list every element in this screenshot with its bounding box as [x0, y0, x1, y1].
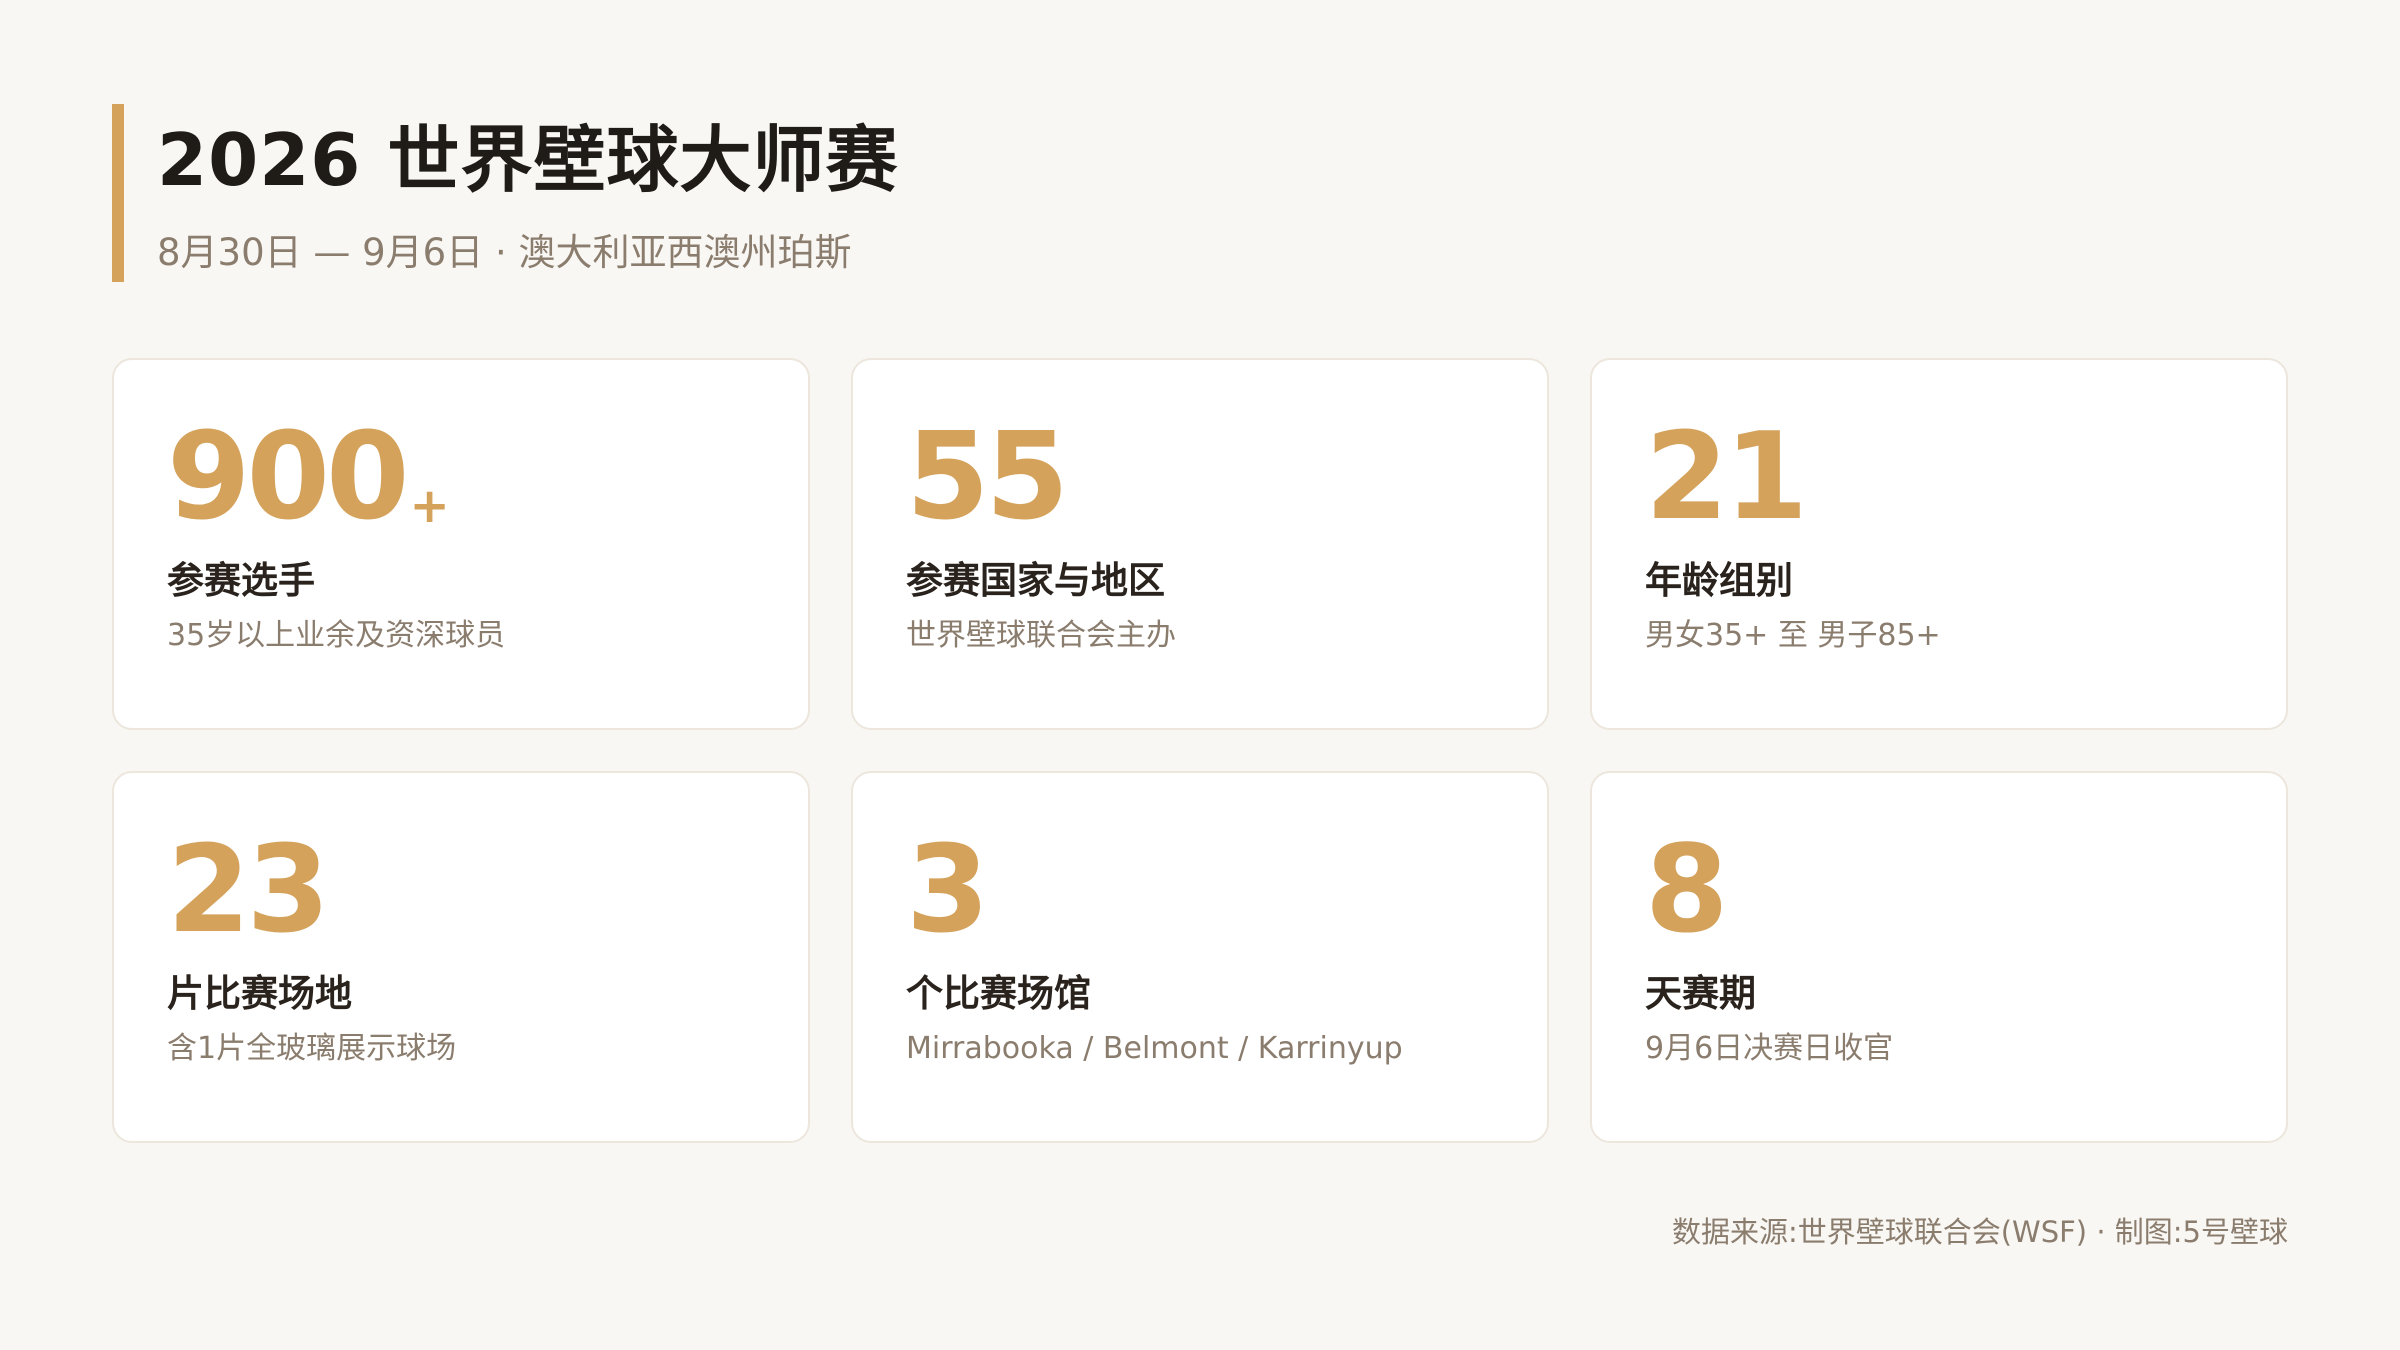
stat-description: 9月6日决赛日收官 — [1645, 1031, 1894, 1066]
stat-label: 年龄组别 — [1645, 559, 1793, 602]
stat-description: 35岁以上业余及资深球员 — [167, 618, 506, 653]
stat-label: 参赛选手 — [167, 559, 315, 602]
stat-value: 21 — [1645, 408, 1808, 547]
stat-card-venues: 3 个比赛场馆 Mirrabooka / Belmont / Karrinyup — [851, 771, 1549, 1143]
stat-value-row: 23 — [167, 821, 755, 960]
stat-value: 23 — [167, 821, 330, 960]
stat-value-row: 8 — [1645, 821, 2233, 960]
stats-grid: 900 + 参赛选手 35岁以上业余及资深球员 55 参赛国家与地区 世界壁球联… — [112, 358, 2288, 1143]
stat-value: 8 — [1645, 821, 1728, 960]
source-credit: 数据来源:世界壁球联合会(WSF) · 制图:5号壁球 — [1671, 1215, 2288, 1249]
stat-description: 男女35+ 至 男子85+ — [1645, 618, 1941, 653]
stat-description: 世界壁球联合会主办 — [906, 618, 1176, 653]
page-title: 2026 世界壁球大师赛 — [157, 118, 899, 202]
stat-label: 片比赛场地 — [167, 972, 352, 1015]
infographic-page: 2026 世界壁球大师赛 8月30日 — 9月6日 · 澳大利亚西澳州珀斯 90… — [0, 0, 2400, 1350]
header: 2026 世界壁球大师赛 8月30日 — 9月6日 · 澳大利亚西澳州珀斯 — [112, 104, 898, 282]
stat-value-row: 21 — [1645, 408, 2233, 547]
stat-card-players: 900 + 参赛选手 35岁以上业余及资深球员 — [112, 358, 810, 730]
stat-value-row: 900 + — [167, 408, 755, 547]
stat-label: 天赛期 — [1645, 972, 1756, 1015]
stat-value-row: 55 — [906, 408, 1494, 547]
stat-card-age-groups: 21 年龄组别 男女35+ 至 男子85+ — [1590, 358, 2288, 730]
stat-value: 900 — [167, 408, 409, 547]
page-subtitle: 8月30日 — 9月6日 · 澳大利亚西澳州珀斯 — [157, 231, 852, 274]
stat-value: 55 — [906, 408, 1069, 547]
stat-suffix: + — [409, 478, 450, 534]
stat-card-days: 8 天赛期 9月6日决赛日收官 — [1590, 771, 2288, 1143]
stat-description: 含1片全玻璃展示球场 — [167, 1031, 457, 1066]
stat-label: 个比赛场馆 — [906, 972, 1091, 1015]
stat-card-countries: 55 参赛国家与地区 世界壁球联合会主办 — [851, 358, 1549, 730]
stat-value: 3 — [906, 821, 989, 960]
stat-card-courts: 23 片比赛场地 含1片全玻璃展示球场 — [112, 771, 810, 1143]
stat-description: Mirrabooka / Belmont / Karrinyup — [906, 1031, 1403, 1066]
stat-value-row: 3 — [906, 821, 1494, 960]
stat-label: 参赛国家与地区 — [906, 559, 1165, 602]
